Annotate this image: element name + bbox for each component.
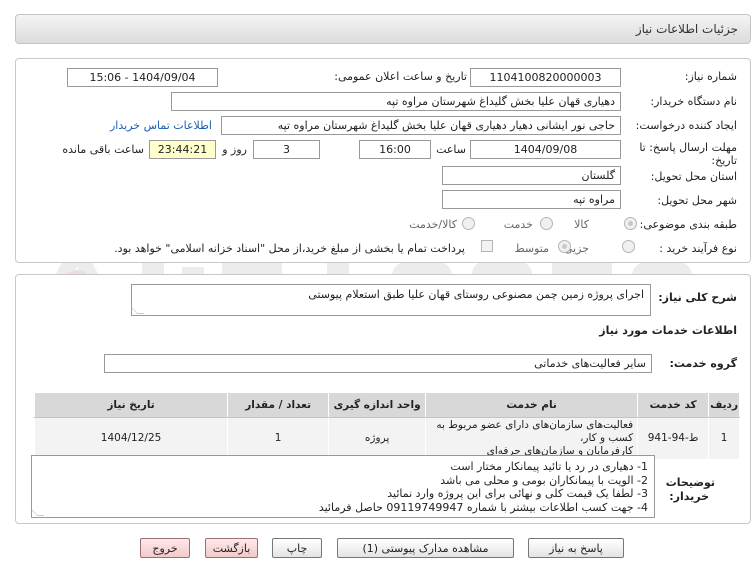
- category-option-goods: کالا: [574, 218, 589, 231]
- table-row: 1 ط-94-941 فعالیت‌های سازمان‌های دارای ع…: [33, 417, 740, 460]
- category-radio-goods[interactable]: [624, 217, 637, 230]
- need-number-label: شماره نیاز:: [684, 70, 737, 83]
- deadline-time-field: 16:00: [359, 140, 431, 159]
- note-line-2: 2- الویت با پیمانکاران بومی و محلی می با…: [440, 473, 648, 487]
- reply-to-need-button[interactable]: پاسخ به نیاز: [528, 538, 624, 558]
- page-title: جزئیات اطلاعات نیاز: [635, 22, 738, 36]
- exit-button[interactable]: خروج: [140, 538, 190, 558]
- page-header: جزئیات اطلاعات نیاز: [15, 14, 751, 44]
- treasury-payment-note: پرداخت تمام یا بخشی از مبلغ خرید،از محل …: [114, 242, 465, 255]
- process-label: نوع فرآیند خرید :: [659, 242, 737, 255]
- deadline-date-field: 1404/09/08: [470, 140, 621, 159]
- buyer-notes-textarea[interactable]: 1- دهیاری در رد یا تائید پیمانکار مختار …: [30, 455, 655, 518]
- row-service-code: ط-94-941: [637, 417, 710, 460]
- row-service-name-line1: فعالیت‌های سازمان‌های دارای عضو مربوط به…: [436, 419, 634, 444]
- col-index: ردیف: [708, 392, 740, 418]
- days-label: روز و: [222, 143, 247, 156]
- col-service-code: کد خدمت: [637, 392, 710, 418]
- back-button[interactable]: بازگشت: [205, 538, 258, 558]
- category-option-service: خدمت: [503, 218, 533, 231]
- description-label: شرح کلی نیاز:: [658, 291, 737, 304]
- services-table: ردیف کد خدمت نام خدمت واحد اندازه گیری ت…: [33, 392, 740, 460]
- category-label: طبقه بندی موضوعی:: [639, 218, 737, 231]
- buyer-label: نام دستگاه خریدار:: [650, 95, 737, 108]
- service-group-field: سایر فعالیت‌های خدماتی: [104, 354, 652, 373]
- city-field: مراوه تپه: [442, 190, 621, 209]
- announce-datetime-label: تاریخ و ساعت اعلان عمومی:: [334, 70, 467, 83]
- row-unit: پروژه: [328, 417, 427, 460]
- services-section-title: اطلاعات خدمات مورد نیاز: [599, 324, 737, 337]
- remaining-time-label: ساعت باقی مانده: [62, 143, 144, 156]
- col-quantity: تعداد / مقدار: [227, 392, 330, 418]
- category-radio-service[interactable]: [540, 217, 553, 230]
- creator-field: حاجی نور ایشانی دهیار دهیاری قهان علیا ب…: [221, 116, 621, 135]
- remaining-time-field: 23:44:21: [149, 140, 216, 159]
- announce-datetime-field: 1404/09/04 - 15:06: [67, 68, 218, 87]
- treasury-payment-checkbox[interactable]: [481, 240, 493, 252]
- view-attachments-button[interactable]: مشاهده مدارک پیوستی (1): [337, 538, 514, 558]
- print-button[interactable]: چاپ: [272, 538, 322, 558]
- row-index: 1: [708, 417, 740, 460]
- category-option-goods-service: کالا/خدمت: [409, 218, 457, 231]
- row-service-name: فعالیت‌های سازمان‌های دارای عضو مربوط به…: [425, 417, 639, 460]
- need-number-field: 1104100820000003: [470, 68, 621, 87]
- col-service-name: نام خدمت: [425, 392, 639, 418]
- note-line-1: 1- دهیاری در رد یا تائید پیمانکار مختار …: [450, 460, 648, 473]
- col-unit: واحد اندازه گیری: [328, 392, 427, 418]
- province-label: استان محل تحویل:: [650, 170, 737, 183]
- province-field: گلستان: [442, 166, 621, 185]
- row-need-date: 1404/12/25: [33, 417, 229, 460]
- note-line-3: 3- لطفا یک قیمت کلی و نهائی برای این پرو…: [387, 487, 648, 500]
- buyer-field: دهیاری قهان علیا بخش گلیداغ شهرستان مراو…: [171, 92, 621, 111]
- deadline-label: مهلت ارسال پاسخ: تا: [639, 141, 737, 154]
- city-label: شهر محل تحویل:: [657, 194, 737, 207]
- deadline-date-label: تاریخ:: [711, 154, 737, 167]
- note-line-4: 4- جهت کسب اطلاعات بیشتر با شماره 091197…: [318, 500, 648, 514]
- process-radio-medium[interactable]: [558, 240, 571, 253]
- description-text: اجرای پروژه زمین چمن مصنوعی روستای قهان …: [308, 288, 644, 301]
- service-group-label: گروه خدمت:: [669, 357, 737, 370]
- creator-label: ایجاد کننده درخواست:: [635, 119, 737, 132]
- row-quantity: 1: [227, 417, 330, 460]
- category-radio-goods-service[interactable]: [462, 217, 475, 230]
- process-radio-minor[interactable]: [622, 240, 635, 253]
- buyer-notes-label-2: خریدار:: [669, 490, 709, 503]
- resize-grip-icon[interactable]: [130, 307, 145, 314]
- col-need-date: تاریخ نیاز: [33, 392, 229, 418]
- process-option-medium: متوسط: [514, 242, 549, 255]
- buyer-notes-label: توضیحات: [665, 476, 715, 489]
- description-textarea[interactable]: اجرای پروژه زمین چمن مصنوعی روستای قهان …: [130, 284, 651, 316]
- days-field: 3: [253, 140, 320, 159]
- services-table-header: ردیف کد خدمت نام خدمت واحد اندازه گیری ت…: [33, 392, 740, 418]
- buyer-contact-link[interactable]: اطلاعات تماس خریدار: [110, 119, 212, 132]
- deadline-time-label: ساعت: [436, 143, 466, 156]
- need-info-panel: [15, 58, 751, 263]
